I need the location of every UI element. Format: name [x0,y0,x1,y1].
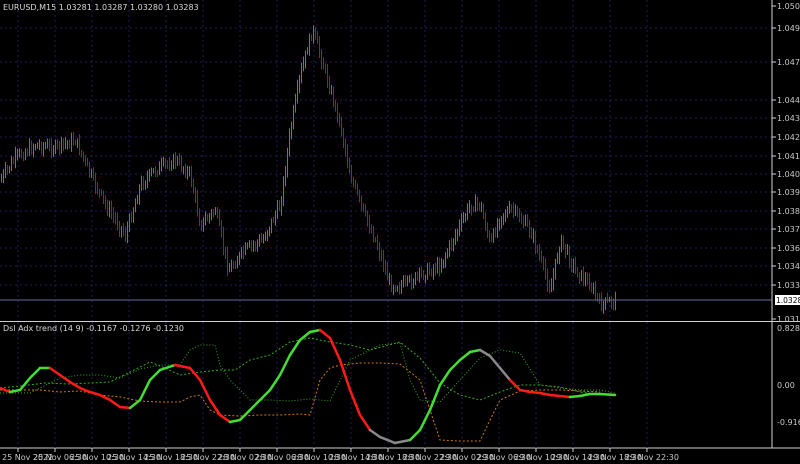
oscillator-segment [568,394,582,399]
current-price-tag: 1.03283 [775,295,800,305]
oscillator-segment [598,392,617,397]
indicator-scale-label: 0.00 [777,381,795,390]
price-label: 1.03710 [777,225,800,234]
oscillator-segment [118,405,132,410]
indicator-scale-label: -0.9161 [777,418,800,427]
oscillator-segment [558,394,572,399]
oscillator-segment [528,390,542,395]
price-label: 1.05030 [777,2,800,11]
price-label: 1.03490 [777,262,800,271]
oscillator-segment [548,393,562,398]
price-label: 1.03600 [777,244,800,253]
indicator-title: Dsl Adx trend (14 9) -0.1167 -0.1276 -0.… [3,324,184,333]
price-label: 1.04920 [777,24,800,33]
symbol-title: EURUSD,M15 1.03281 1.03287 1.03280 1.032… [3,3,199,12]
trading-chart[interactable]: EURUSD,M15 1.03281 1.03287 1.03280 1.032… [0,0,800,464]
price-label: 1.03380 [777,281,800,290]
price-label: 1.03820 [777,207,800,216]
price-label: 1.04700 [777,58,800,67]
price-label: 1.04150 [777,152,800,161]
price-label: 1.03160 [777,315,800,324]
price-label: 1.04370 [777,114,800,123]
price-label: 1.04480 [777,96,800,105]
current-price-text: 1.03283 [776,296,800,305]
indicator-scale-label: 0.8285 [777,324,800,333]
price-label: 1.04040 [777,170,800,179]
price-label: 1.04260 [777,133,800,142]
price-label: 1.03930 [777,188,800,197]
time-label: 29 Nov 22:30 [625,453,679,462]
